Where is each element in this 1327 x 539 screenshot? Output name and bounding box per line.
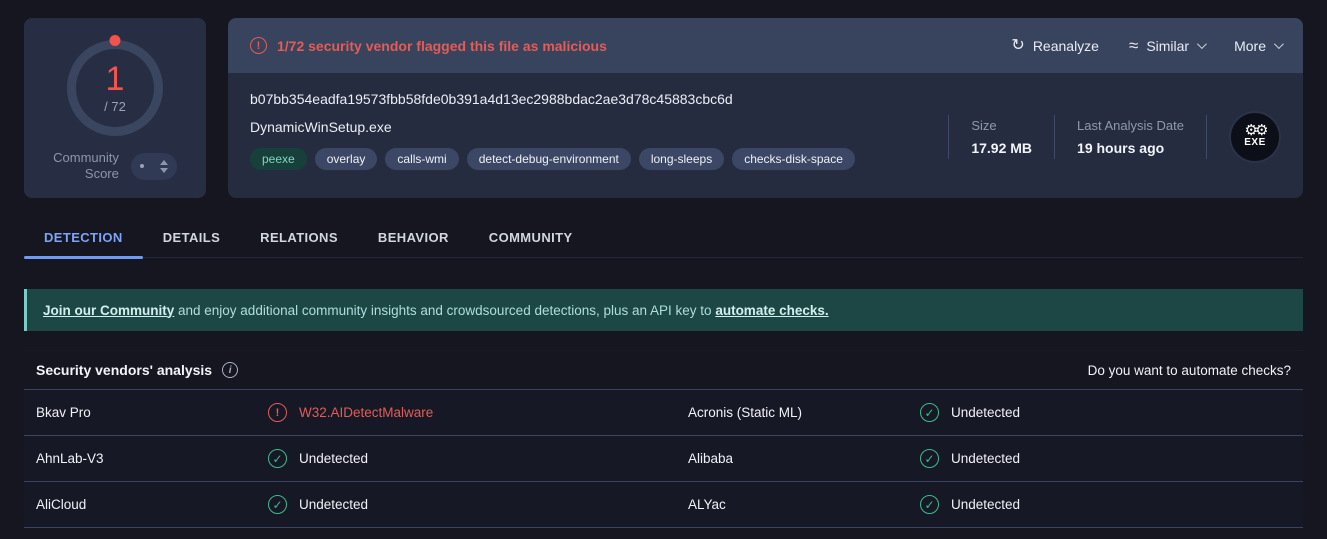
tag-overlay[interactable]: overlay <box>315 148 378 170</box>
file-hash[interactable]: b07bb354eadfa19573fbb58fde0b391a4d13ec29… <box>250 91 948 107</box>
chevron-down-icon <box>1197 39 1207 49</box>
exe-badge-label: EXE <box>1244 137 1266 148</box>
chevron-down-icon <box>1274 39 1284 49</box>
warning-icon: ! <box>250 37 267 54</box>
vote-up-icon[interactable] <box>160 160 168 165</box>
last-analysis-value: 19 hours ago <box>1077 140 1184 156</box>
file-size-block: Size 17.92 MB <box>949 118 1054 156</box>
tab-details[interactable]: DETAILS <box>143 222 240 257</box>
undetected-check-icon: ✓ <box>268 449 287 468</box>
vote-dot-icon <box>140 164 144 168</box>
file-report-card: ! 1/72 security vendor flagged this file… <box>228 18 1303 198</box>
score-total: / 72 <box>104 99 126 114</box>
detection-alert-bar: ! 1/72 security vendor flagged this file… <box>228 18 1303 73</box>
vendor-name: Bkav Pro <box>36 405 268 420</box>
alert-message-group: ! 1/72 security vendor flagged this file… <box>250 37 1011 54</box>
tab-detection[interactable]: DETECTION <box>24 222 143 257</box>
join-community-link[interactable]: Join our Community <box>43 303 174 318</box>
analysis-header: Security vendors' analysis i Do you want… <box>24 350 1303 390</box>
automate-checks-link[interactable]: automate checks. <box>715 303 828 318</box>
vendor-name: ALYac <box>688 497 920 512</box>
analysis-title: Security vendors' analysis <box>36 362 212 378</box>
similar-icon: ≈ <box>1129 37 1138 54</box>
automate-checks-prompt[interactable]: Do you want to automate checks? <box>1088 363 1291 378</box>
alert-message: 1/72 security vendor flagged this file a… <box>277 38 607 54</box>
community-score-row: Community Score <box>53 150 177 183</box>
alert-actions: ↻ Reanalyze ≈ Similar More <box>1011 37 1281 54</box>
size-value: 17.92 MB <box>971 140 1032 156</box>
similar-button[interactable]: ≈ Similar <box>1129 37 1204 54</box>
vote-down-icon[interactable] <box>160 168 168 173</box>
header-area: 1 / 72 Community Score ! 1/72 security v… <box>24 18 1303 198</box>
tab-relations[interactable]: RELATIONS <box>240 222 358 257</box>
report-tabs: DETECTION DETAILS RELATIONS BEHAVIOR COM… <box>24 222 1303 258</box>
undetected-check-icon: ✓ <box>920 403 939 422</box>
reanalyze-icon: ↻ <box>1011 38 1024 54</box>
community-score-label: Community Score <box>53 150 119 183</box>
table-row: Bkav Pro ! W32.AIDetectMalware Acronis (… <box>24 390 1303 436</box>
banner-text: Join our Community and enjoy additional … <box>43 303 829 318</box>
more-button[interactable]: More <box>1234 38 1281 54</box>
vendor-result: ✓ Undetected <box>920 495 1303 514</box>
detection-score-card: 1 / 72 Community Score <box>24 18 206 198</box>
file-info-section: b07bb354eadfa19573fbb58fde0b391a4d13ec29… <box>228 73 1303 198</box>
vendor-result: ✓ Undetected <box>920 449 1303 468</box>
vendor-name: Alibaba <box>688 451 920 466</box>
vendor-result: ✓ Undetected <box>268 449 688 468</box>
file-type-exe-icon: ⚙⚙ EXE <box>1229 111 1281 163</box>
gears-icon: ⚙⚙ <box>1245 125 1266 137</box>
tab-community[interactable]: COMMUNITY <box>469 222 593 257</box>
vendor-name: AliCloud <box>36 497 268 512</box>
table-row: AliCloud ✓ Undetected ALYac ✓ Undetected <box>24 482 1303 528</box>
undetected-check-icon: ✓ <box>920 495 939 514</box>
info-icon[interactable]: i <box>222 362 238 378</box>
table-row: AhnLab-V3 ✓ Undetected Alibaba ✓ Undetec… <box>24 436 1303 482</box>
join-community-banner: Join our Community and enjoy additional … <box>24 289 1303 331</box>
tag-detect-debug-environment[interactable]: detect-debug-environment <box>467 148 631 170</box>
score-donut: 1 / 72 <box>67 40 163 136</box>
last-analysis-block: Last Analysis Date 19 hours ago <box>1055 118 1206 156</box>
file-name: DynamicWinSetup.exe <box>250 119 948 135</box>
vendor-result: ! W32.AIDetectMalware <box>268 403 688 422</box>
file-tags: peexe overlay calls-wmi detect-debug-env… <box>250 148 948 170</box>
tag-peexe[interactable]: peexe <box>250 148 307 170</box>
tag-calls-wmi[interactable]: calls-wmi <box>385 148 458 170</box>
tag-long-sleeps[interactable]: long-sleeps <box>639 148 724 170</box>
vendor-name: Acronis (Static ML) <box>688 405 920 420</box>
undetected-check-icon: ✓ <box>268 495 287 514</box>
score-ring: 1 / 72 <box>67 40 163 136</box>
tab-behavior[interactable]: BEHAVIOR <box>358 222 469 257</box>
malicious-icon: ! <box>268 403 287 422</box>
score-dot <box>110 35 121 46</box>
score-value: 1 <box>106 62 125 96</box>
undetected-check-icon: ✓ <box>920 449 939 468</box>
community-vote-widget[interactable] <box>131 153 177 180</box>
reanalyze-button[interactable]: ↻ Reanalyze <box>1011 38 1099 54</box>
tag-checks-disk-space[interactable]: checks-disk-space <box>732 148 855 170</box>
file-identity: b07bb354eadfa19573fbb58fde0b391a4d13ec29… <box>250 91 948 182</box>
vendor-result: ✓ Undetected <box>920 403 1303 422</box>
vote-arrows-icon[interactable] <box>160 160 168 173</box>
last-analysis-label: Last Analysis Date <box>1077 118 1184 133</box>
vendor-result: ✓ Undetected <box>268 495 688 514</box>
security-vendors-analysis-section: Security vendors' analysis i Do you want… <box>24 350 1303 528</box>
analysis-title-wrap: Security vendors' analysis i <box>36 362 238 378</box>
divider <box>1206 115 1207 159</box>
vendor-name: AhnLab-V3 <box>36 451 268 466</box>
file-meta: Size 17.92 MB Last Analysis Date 19 hour… <box>948 91 1281 182</box>
size-label: Size <box>971 118 1032 133</box>
